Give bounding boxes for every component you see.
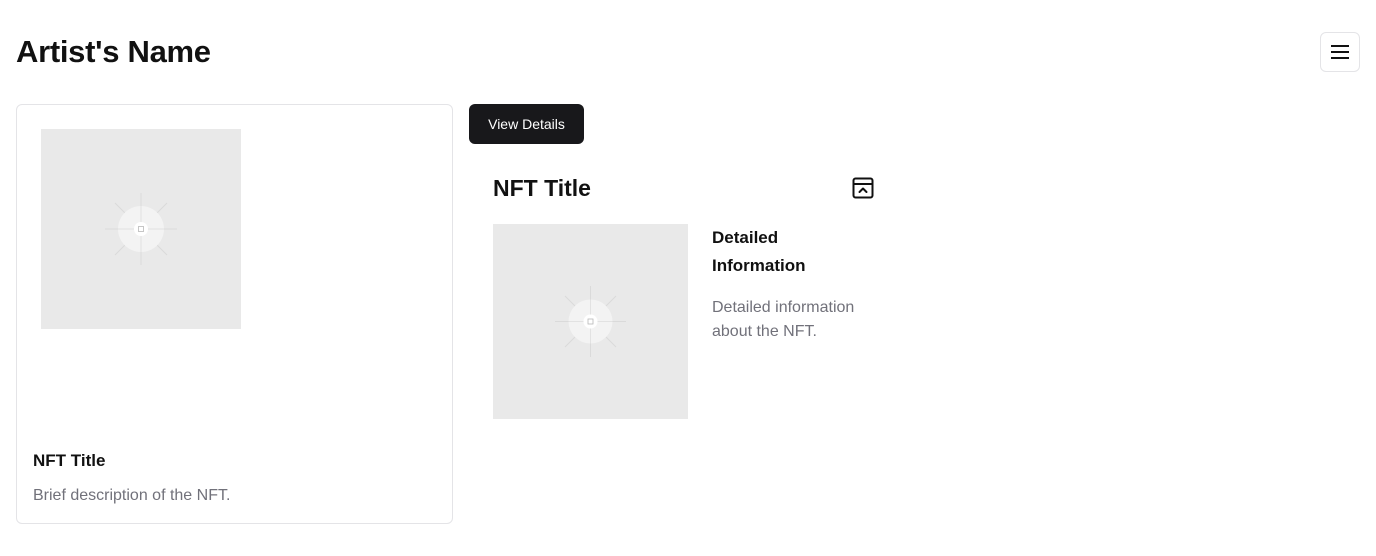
details-title: NFT Title	[493, 175, 591, 201]
collapse-panel-button[interactable]	[851, 176, 875, 200]
nft-card-title: NFT Title	[33, 451, 106, 470]
page-title: Artist's Name	[16, 34, 211, 69]
image-placeholder-icon	[555, 286, 626, 357]
details-image-placeholder	[493, 224, 688, 419]
nft-card-description: Brief description of the NFT.	[33, 487, 231, 504]
collapse-panel-icon	[852, 177, 874, 199]
hamburger-menu-icon	[1331, 45, 1349, 59]
details-heading: Detailed Information	[712, 228, 806, 275]
image-placeholder-icon	[105, 193, 177, 265]
view-details-button[interactable]: View Details	[469, 104, 584, 144]
nft-image-placeholder	[41, 129, 241, 329]
details-text: Detailed information about the NFT.	[712, 299, 855, 340]
nft-card[interactable]: NFT Title Brief description of the NFT.	[16, 104, 453, 524]
menu-button[interactable]	[1320, 32, 1360, 72]
